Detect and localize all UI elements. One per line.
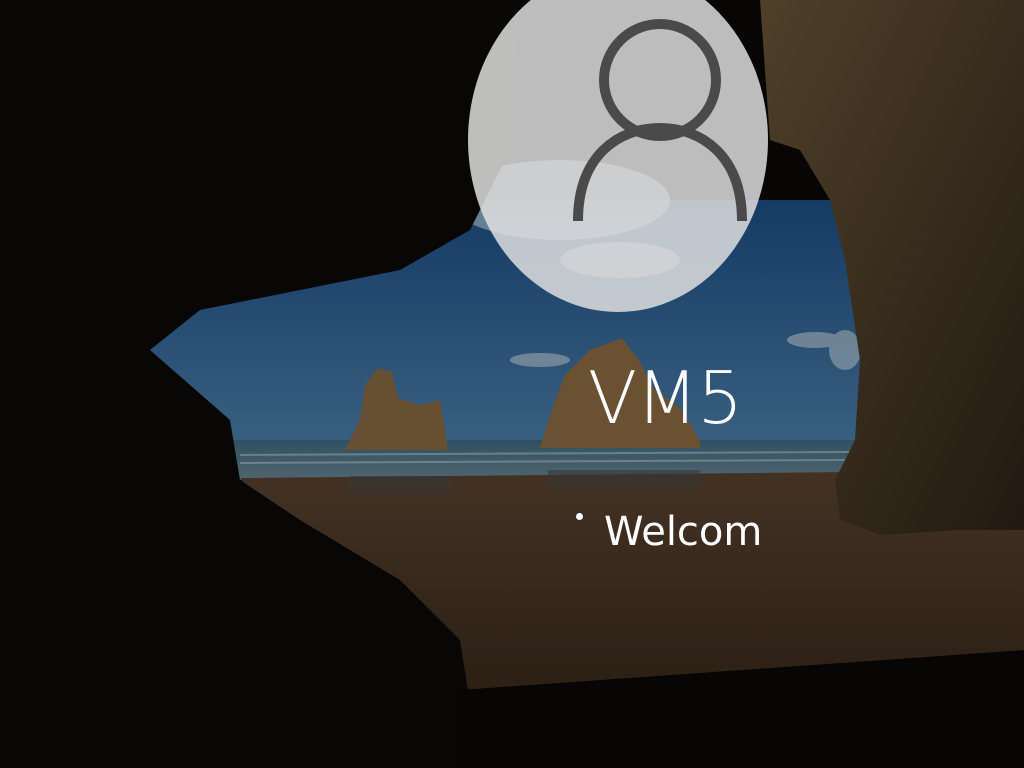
sign-in-status: Welcom	[560, 505, 820, 569]
account-name: VM5	[587, 356, 743, 440]
user-avatar-icon	[573, 19, 747, 222]
welcome-status-text: Welcom	[604, 509, 763, 555]
loading-dot-icon	[576, 513, 583, 520]
